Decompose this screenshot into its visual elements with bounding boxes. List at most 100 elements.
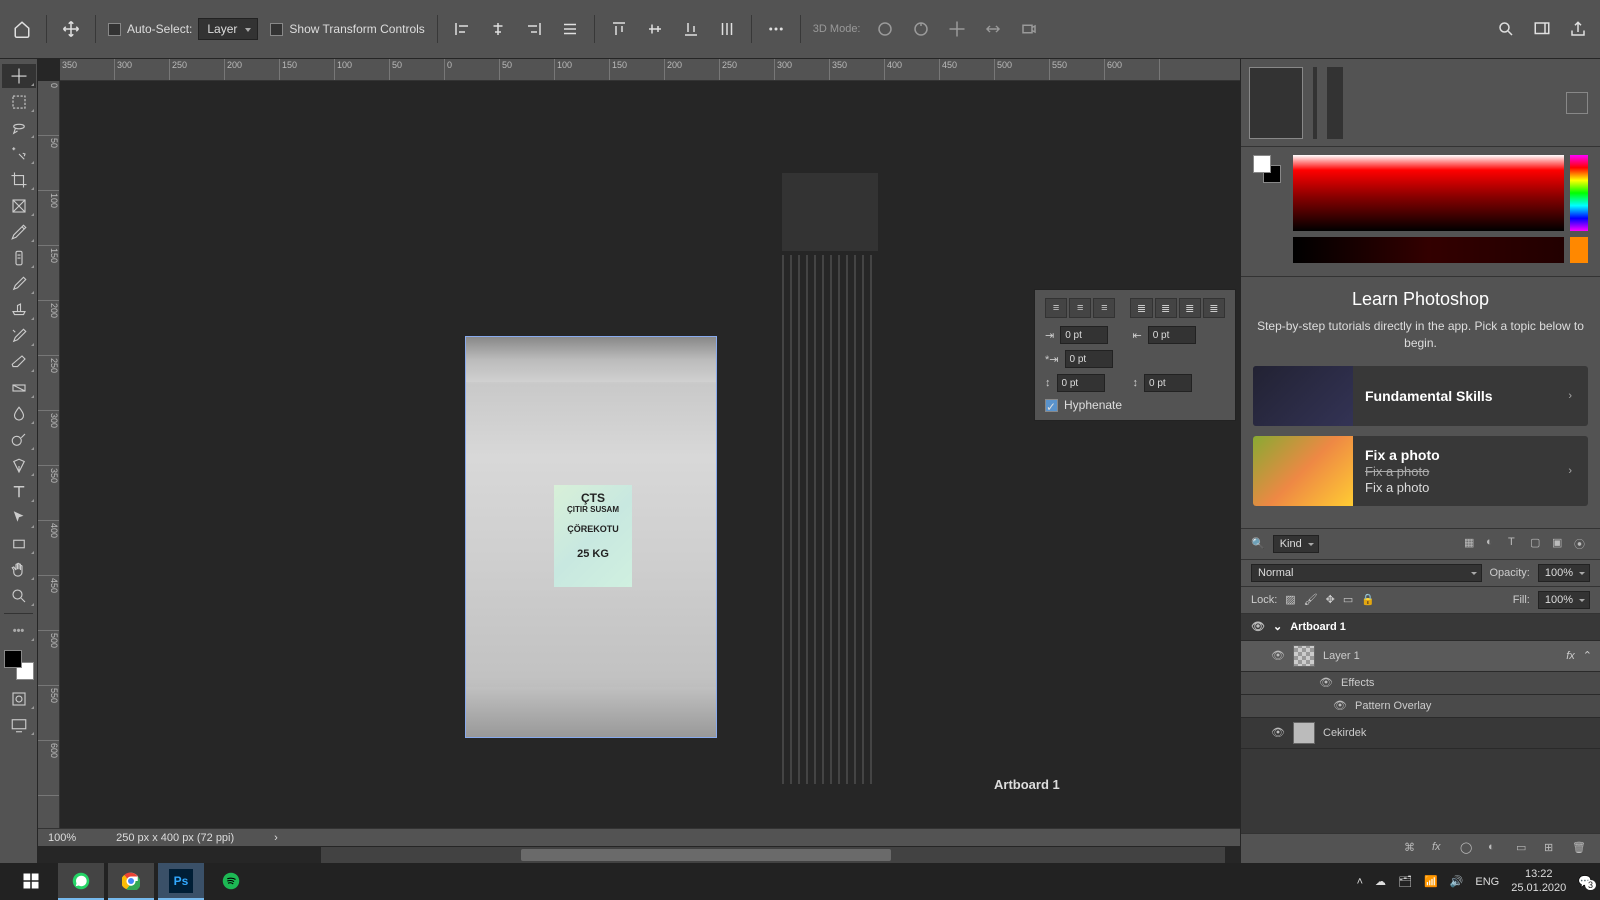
- search-icon[interactable]: 🔍: [1251, 537, 1265, 550]
- lock-all-icon[interactable]: 🔒: [1361, 593, 1375, 606]
- color-value-slider[interactable]: [1293, 237, 1564, 263]
- space-before-input[interactable]: [1057, 374, 1105, 392]
- volume-icon[interactable]: 🔊: [1450, 875, 1464, 888]
- artboard-row[interactable]: 👁 ⌄ Artboard 1: [1241, 614, 1600, 641]
- 3d-roll-icon[interactable]: [909, 17, 933, 41]
- align-top-icon[interactable]: [607, 17, 631, 41]
- group-icon[interactable]: ▭: [1516, 841, 1532, 857]
- learn-card-fixphoto[interactable]: Fix a photo Fix a photo Fix a photo ›: [1253, 436, 1588, 506]
- brush-tool[interactable]: [2, 272, 36, 296]
- layer-filter-dropdown[interactable]: Kind: [1273, 535, 1319, 553]
- hyphenate-group[interactable]: ✓ Hyphenate: [1045, 398, 1225, 412]
- fx-collapse-icon[interactable]: ⌃: [1583, 649, 1592, 662]
- photoshop-app[interactable]: Ps: [158, 863, 204, 900]
- justify-left-btn[interactable]: ≣: [1130, 298, 1152, 318]
- distribute-h-icon[interactable]: [558, 17, 582, 41]
- nav-preview-2[interactable]: [1327, 67, 1343, 139]
- healing-brush-tool[interactable]: [2, 246, 36, 270]
- adjustment-icon[interactable]: ◐: [1488, 841, 1504, 857]
- workspace-icon[interactable]: [1530, 17, 1554, 41]
- lock-artboard-icon[interactable]: ▭: [1343, 593, 1353, 606]
- layer-dropdown[interactable]: Layer: [198, 18, 258, 40]
- path-select-tool[interactable]: [2, 506, 36, 530]
- layer-thumbnail[interactable]: [1293, 645, 1315, 667]
- ruler-vertical[interactable]: 0 50 100 150 200 250 300 350 400 450 500…: [38, 81, 60, 846]
- show-transform-group[interactable]: Show Transform Controls: [270, 22, 424, 36]
- pen-tool[interactable]: [2, 454, 36, 478]
- notification-center[interactable]: 💬 3: [1578, 875, 1592, 888]
- screen-mode-tool[interactable]: [2, 713, 36, 737]
- layer-item-cekirdek[interactable]: 👁 Cekirdek: [1241, 718, 1600, 749]
- spotify-app[interactable]: [208, 863, 254, 900]
- first-line-input[interactable]: [1065, 350, 1113, 368]
- battery-icon[interactable]: 🗂: [1398, 875, 1412, 888]
- effects-row[interactable]: 👁 Effects: [1241, 672, 1600, 695]
- layer-name[interactable]: Layer 1: [1323, 650, 1360, 662]
- align-middle-v-icon[interactable]: [643, 17, 667, 41]
- home-icon[interactable]: [10, 17, 34, 41]
- blend-mode-dropdown[interactable]: Normal: [1251, 564, 1482, 582]
- eye-icon[interactable]: 👁: [1271, 726, 1285, 740]
- color-swatches[interactable]: [4, 650, 34, 680]
- search-icon[interactable]: [1494, 17, 1518, 41]
- onedrive-icon[interactable]: ☁: [1375, 875, 1386, 888]
- move-tool[interactable]: [2, 64, 36, 88]
- auto-select-group[interactable]: Auto-Select: Layer: [108, 18, 258, 40]
- lock-pixels-icon[interactable]: 🖌: [1304, 593, 1318, 606]
- nav-thumb-lines[interactable]: [782, 255, 878, 784]
- fill-input[interactable]: 100%: [1538, 591, 1590, 609]
- nav-preview-1[interactable]: [1249, 67, 1303, 139]
- fx-icon[interactable]: fx: [1432, 841, 1448, 857]
- filter-type-icon[interactable]: T: [1508, 536, 1524, 552]
- hand-tool[interactable]: [2, 558, 36, 582]
- align-center-btn[interactable]: ≡: [1069, 298, 1091, 318]
- eye-icon[interactable]: 👁: [1251, 620, 1265, 634]
- collapse-icon[interactable]: ⌄: [1273, 620, 1282, 633]
- type-tool[interactable]: [2, 480, 36, 504]
- hyphenate-checkbox[interactable]: ✓: [1045, 399, 1058, 412]
- canvas[interactable]: ÇTS ÇITIR SUSAM ÇÖREKOTU 25 KG Artboard …: [60, 81, 1240, 846]
- color-gradient-picker[interactable]: [1293, 155, 1564, 231]
- collapse-btn[interactable]: [1566, 92, 1588, 114]
- marquee-tool[interactable]: [2, 90, 36, 114]
- filter-adjust-icon[interactable]: ◐: [1486, 536, 1502, 552]
- wifi-icon[interactable]: 📶: [1424, 875, 1438, 888]
- chrome-app[interactable]: [108, 863, 154, 900]
- artboard[interactable]: ÇTS ÇITIR SUSAM ÇÖREKOTU 25 KG: [465, 336, 717, 738]
- zoom-level[interactable]: 100%: [48, 832, 76, 844]
- space-after-input[interactable]: [1144, 374, 1192, 392]
- share-icon[interactable]: [1566, 17, 1590, 41]
- rectangle-tool[interactable]: [2, 532, 36, 556]
- language-indicator[interactable]: ENG: [1475, 876, 1499, 888]
- distribute-v-icon[interactable]: [715, 17, 739, 41]
- zoom-tool[interactable]: [2, 584, 36, 608]
- whatsapp-app[interactable]: [58, 863, 104, 900]
- align-left-btn[interactable]: ≡: [1045, 298, 1067, 318]
- quick-select-tool[interactable]: [2, 142, 36, 166]
- tray-expand-icon[interactable]: ˄: [1357, 876, 1363, 888]
- lasso-tool[interactable]: [2, 116, 36, 140]
- justify-right-btn[interactable]: ≣: [1179, 298, 1201, 318]
- edit-toolbar[interactable]: •••: [2, 619, 36, 643]
- link-icon[interactable]: ⌘: [1404, 841, 1420, 857]
- status-arrow-icon[interactable]: ›: [274, 832, 278, 844]
- filter-smart-icon[interactable]: ▣: [1552, 536, 1568, 552]
- mask-icon[interactable]: ◯: [1460, 841, 1476, 857]
- horizontal-scrollbar[interactable]: [321, 847, 1225, 863]
- layer-thumbnail[interactable]: [1293, 722, 1315, 744]
- learn-card-fundamentals[interactable]: Fundamental Skills ›: [1253, 366, 1588, 426]
- fx-indicator[interactable]: fx: [1566, 650, 1575, 662]
- opacity-input[interactable]: 100%: [1538, 564, 1590, 582]
- blur-tool[interactable]: [2, 402, 36, 426]
- eye-icon[interactable]: 👁: [1271, 649, 1285, 663]
- ruler-horizontal[interactable]: 350 300 250 200 150 100 50 0 50 100 150 …: [60, 59, 1240, 81]
- justify-all-btn[interactable]: ≣: [1203, 298, 1225, 318]
- start-button[interactable]: [8, 863, 54, 900]
- quick-mask-tool[interactable]: [2, 687, 36, 711]
- history-brush-tool[interactable]: [2, 324, 36, 348]
- 3d-pan-icon[interactable]: [945, 17, 969, 41]
- layer-name[interactable]: Cekirdek: [1323, 727, 1366, 739]
- color-preview[interactable]: [1570, 237, 1588, 263]
- nav-thumb-1[interactable]: [782, 173, 878, 251]
- frame-tool[interactable]: [2, 194, 36, 218]
